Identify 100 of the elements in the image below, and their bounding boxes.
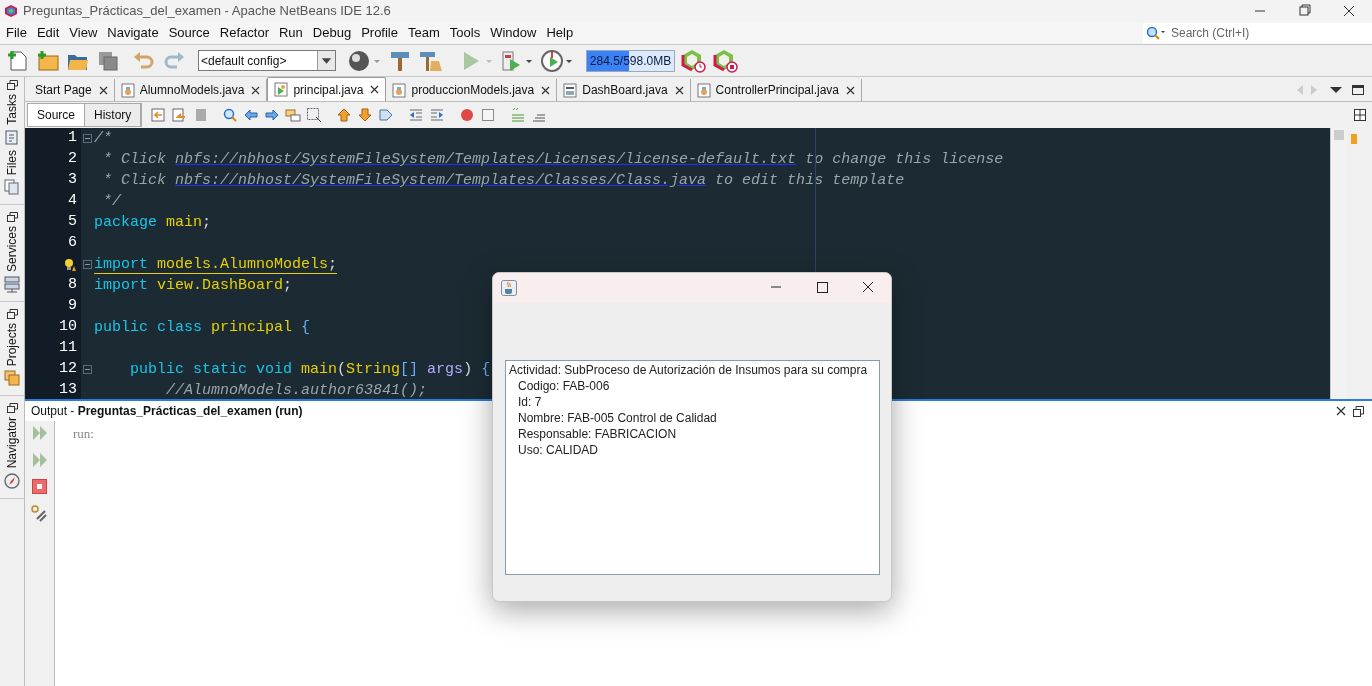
fold-icon[interactable] [83,365,92,374]
text-line: Id: 7 [517,394,543,410]
java-file-icon [696,82,711,98]
restore-icon[interactable] [6,308,18,320]
config-dropdown[interactable]: <default config> [198,50,336,71]
restore-icon[interactable] [1353,405,1364,417]
server-icon [4,276,20,294]
menu-item[interactable]: Navigate [102,23,164,43]
line-number: 6 [68,233,77,254]
fold-icon[interactable] [83,260,92,269]
output-line: run: [73,425,94,443]
restore-icon[interactable] [6,211,18,223]
maximize-icon[interactable] [1352,85,1364,95]
menu-item[interactable]: Profile [356,23,403,43]
close-icon[interactable] [251,85,261,95]
shift-left-icon[interactable] [408,107,425,123]
code-line: import models.AlumnoModels; [94,256,338,274]
line-number: 8 [68,275,77,296]
code-line: * Click nbfs://nbhost/SystemFileSystem/Templates/Classes/Class.java to edit this template [102,172,905,189]
side-panel-tab[interactable]: Files [4,149,20,176]
close-icon[interactable] [674,85,684,95]
close-icon[interactable] [541,85,551,95]
code-line: public static void main(String[] args) { [129,361,491,378]
menu-item[interactable]: Help [541,23,579,43]
bookmark-up-icon[interactable] [336,107,353,123]
fold-icon[interactable] [83,134,92,143]
menu-item[interactable]: Window [485,23,542,43]
window-title: Preguntas_Prácticas_del_examen - Apache NetBeans IDE 12.6 [23,2,391,21]
side-panel-tab[interactable]: Navigator [4,417,20,469]
text-area[interactable]: Actividad: SubProceso de Autorización de Insumos para su compra Codigo: FAB-006 Id: 7 Nombre: FAB-005 Control de Calidad Responsable: FABRICACION Uso: CALIDAD [505,360,880,575]
side-panel-tab[interactable]: Services [4,226,20,273]
restore-icon[interactable] [6,402,18,414]
close-icon[interactable] [846,85,855,95]
line-number: 12 [59,359,77,380]
cube-clock-icon[interactable] [681,47,707,74]
form-file-icon [563,82,578,98]
profile-icon[interactable] [540,48,574,73]
java-file-icon [274,82,289,97]
text-line: Uso: CALIDAD [517,442,600,458]
code-line: //AlumnoModels.author63841(); [165,382,428,399]
split-icon[interactable] [1354,109,1366,121]
find-previous-icon[interactable] [243,107,260,123]
lightbulb-icon[interactable] [63,257,77,272]
text-line: Nombre: FAB-005 Control de Calidad [517,410,718,426]
debug-icon[interactable] [500,48,534,73]
caret-icon [317,51,335,70]
clipboard-icon [4,128,20,146]
find-next-icon[interactable] [264,107,281,123]
compass-icon [4,472,20,490]
java-file-icon [392,82,407,98]
side-panel-tab[interactable]: Tasks [4,94,20,125]
bookmark-down-icon[interactable] [357,107,374,123]
menu-item[interactable]: Refactor [214,23,274,43]
shift-right-icon[interactable] [429,107,446,123]
line-number: 10 [59,317,77,338]
menu-item[interactable]: Team [403,23,445,43]
menu-item[interactable]: File [1,23,32,43]
error-stripe-marker[interactable] [1351,134,1357,144]
find-icon[interactable] [222,107,239,123]
stop-icon[interactable] [480,107,497,123]
select-icon[interactable] [306,107,323,123]
text-line: Responsable: FABRICACION [517,426,678,442]
restore-icon[interactable] [6,79,18,90]
line-number: 9 [68,296,77,317]
line-number: 3 [68,170,77,191]
cube-stop-icon[interactable] [713,47,739,74]
text-line: Codigo: FAB-006 [517,378,611,394]
highlight-icon[interactable] [285,107,302,123]
menu-item[interactable]: Source [163,23,215,43]
side-panel-tab[interactable]: Projects [4,323,20,367]
new-project-icon[interactable] [36,48,60,73]
stop-icon[interactable] [32,479,47,494]
close-icon[interactable] [370,85,380,94]
line-number: 13 [59,380,77,401]
new-file-icon[interactable] [6,48,30,73]
menu-item[interactable]: Edit [31,23,65,43]
bookmark-toggle-icon[interactable] [378,107,395,123]
app-logo-icon [4,4,18,18]
view-toggle[interactable]: Source [28,104,86,126]
close-icon[interactable] [1336,406,1346,416]
search-field[interactable]: Search (Ctrl+I) [1143,23,1372,43]
globe-icon[interactable] [348,48,382,73]
editor-tab[interactable]: principal.java [267,77,387,101]
record-icon[interactable] [459,107,476,123]
menu-item[interactable]: Debug [307,23,357,43]
back-icon[interactable] [171,107,188,123]
line-number: 2 [68,149,77,170]
last-edit-icon[interactable] [150,107,167,123]
close-icon[interactable] [98,85,108,95]
menu-item[interactable]: Tools [444,23,486,43]
code-line: package main; [94,214,212,231]
dropdown-icon[interactable] [1330,86,1342,94]
code-line: */ [102,193,121,210]
view-toggle[interactable]: History [85,104,142,126]
wrench-gear-icon[interactable] [31,505,48,522]
menu-item[interactable]: View [64,23,103,43]
code-line: import view.DashBoard; [94,277,293,294]
search-field[interactable]: Search (Ctrl+I) [1171,24,1361,42]
scrollbar[interactable] [1330,128,1347,399]
menu-item[interactable]: Run [273,23,308,43]
